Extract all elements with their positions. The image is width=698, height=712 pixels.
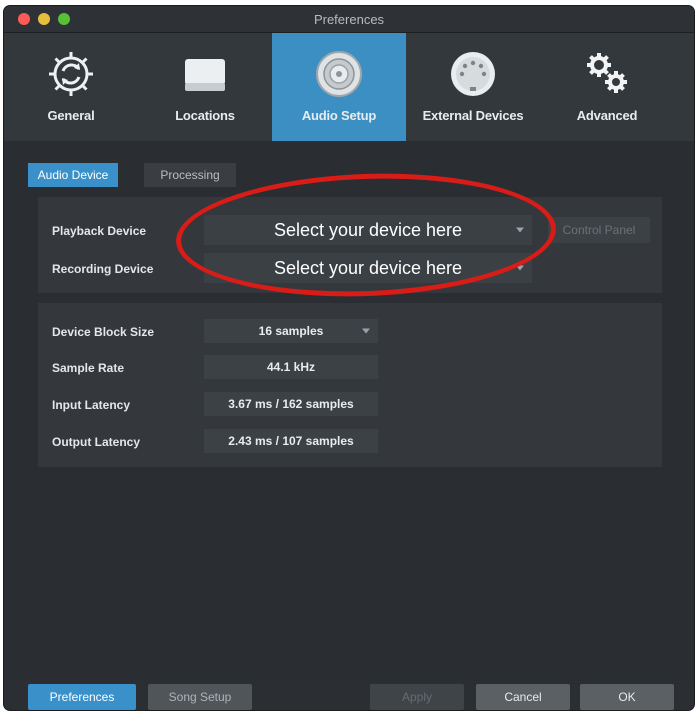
toolbar-label-locations: Locations bbox=[175, 108, 235, 123]
block-size-value: 16 samples bbox=[258, 324, 324, 338]
playback-device-label: Playback Device bbox=[52, 224, 147, 238]
apply-button[interactable]: Apply bbox=[370, 684, 464, 710]
toolbar-item-locations[interactable]: Locations bbox=[138, 33, 272, 141]
cancel-button[interactable]: Cancel bbox=[476, 684, 570, 710]
input-latency-value: 3.67 ms / 162 samples bbox=[204, 392, 378, 416]
window-title: Preferences bbox=[313, 12, 385, 27]
playback-device-value: Select your device here bbox=[273, 220, 463, 240]
sample-rate-value: 44.1 kHz bbox=[204, 355, 378, 379]
block-size-label: Device Block Size bbox=[52, 325, 155, 339]
speaker-icon bbox=[316, 51, 362, 97]
input-latency-label: Input Latency bbox=[52, 398, 131, 412]
toolbar-item-advanced[interactable]: Advanced bbox=[540, 33, 674, 141]
recording-device-value: Select your device here bbox=[273, 258, 463, 278]
preferences-button[interactable]: Preferences bbox=[28, 684, 136, 710]
toolbar-label-audio-setup: Audio Setup bbox=[301, 108, 377, 123]
output-latency-label: Output Latency bbox=[52, 435, 141, 449]
ok-button[interactable]: OK bbox=[580, 684, 674, 710]
settings-panel: Device Block Size 16 samples Sample Rate… bbox=[38, 303, 662, 467]
playback-device-dropdown[interactable]: Select your device here bbox=[204, 215, 532, 245]
tab-audio-device[interactable]: Audio Device bbox=[28, 163, 118, 187]
preferences-toolbar: General Locations Audio Setup External D… bbox=[4, 33, 694, 141]
block-size-dropdown[interactable]: 16 samples bbox=[204, 319, 378, 343]
midi-connector-icon bbox=[451, 52, 495, 96]
gears-icon bbox=[587, 53, 627, 93]
recording-device-label: Recording Device bbox=[52, 262, 154, 276]
toolbar-label-general: General bbox=[47, 108, 95, 123]
chevron-down-icon bbox=[362, 328, 370, 334]
output-latency-value: 2.43 ms / 107 samples bbox=[204, 429, 378, 453]
chevron-down-icon bbox=[516, 265, 524, 271]
toolbar-item-general[interactable]: General bbox=[4, 33, 138, 141]
toolbar-item-external-devices[interactable]: External Devices bbox=[406, 33, 540, 141]
title-bar: Preferences bbox=[4, 6, 694, 33]
toolbar-label-external-devices: External Devices bbox=[422, 108, 524, 123]
recording-device-dropdown[interactable]: Select your device here bbox=[204, 253, 532, 283]
control-panel-button[interactable]: Control Panel bbox=[548, 217, 650, 243]
tab-processing[interactable]: Processing bbox=[144, 163, 236, 187]
toolbar-label-advanced: Advanced bbox=[576, 108, 638, 123]
song-setup-button[interactable]: Song Setup bbox=[148, 684, 252, 710]
preferences-window: Preferences General Locations Audio Setu… bbox=[4, 6, 694, 710]
sample-rate-label: Sample Rate bbox=[52, 361, 125, 375]
drive-icon bbox=[185, 59, 225, 91]
chevron-down-icon bbox=[516, 227, 524, 233]
content-area: Audio Device Processing Playback Device … bbox=[4, 141, 694, 710]
device-panel: Playback Device Select your device here … bbox=[38, 197, 662, 293]
gear-refresh-icon bbox=[49, 52, 93, 96]
toolbar-item-audio-setup[interactable]: Audio Setup bbox=[272, 33, 406, 141]
